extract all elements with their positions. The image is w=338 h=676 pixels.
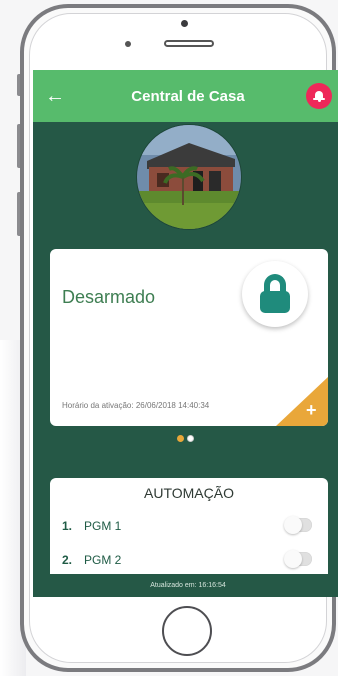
bell-icon: [313, 90, 325, 102]
page-title: Central de Casa: [131, 87, 245, 105]
status-card: Desarmado Horário da ativação: 26/06/201…: [50, 249, 328, 426]
updated-timestamp: Atualizado em: 16:16:54: [33, 574, 338, 597]
lock-button[interactable]: [242, 261, 308, 327]
automation-title: AUTOMAÇÃO: [144, 485, 234, 501]
back-arrow-icon[interactable]: ←: [43, 84, 67, 108]
plus-icon: +: [306, 400, 317, 420]
app-screen: ← Central de Casa Desarmado Horário da a…: [33, 70, 338, 597]
pgm-toggle[interactable]: [284, 550, 312, 568]
pgm-item[interactable]: 1. PGM 1: [62, 515, 322, 537]
pgm-number: 1.: [62, 519, 73, 533]
front-camera: [125, 41, 131, 47]
add-button[interactable]: +: [276, 377, 328, 426]
pgm-item[interactable]: 2. PGM 2: [62, 549, 322, 571]
app-header: ← Central de Casa: [33, 70, 338, 122]
alarm-state: Desarmado: [62, 287, 156, 307]
pgm-toggle[interactable]: [284, 516, 312, 534]
pgm-number: 2.: [62, 553, 73, 567]
sensor-dot: [181, 20, 188, 27]
activation-time: Horário da ativação: 26/06/2018 14:40:34: [62, 401, 210, 410]
page-dot-active[interactable]: [177, 435, 184, 442]
alert-button[interactable]: [306, 83, 332, 109]
pgm-label: PGM 2: [84, 553, 122, 567]
earpiece-speaker: [164, 40, 214, 47]
home-button[interactable]: [162, 606, 212, 656]
page-indicator[interactable]: [177, 435, 194, 442]
page-dot[interactable]: [187, 435, 194, 442]
house-photo: [137, 125, 241, 229]
pgm-label: PGM 1: [84, 519, 122, 533]
